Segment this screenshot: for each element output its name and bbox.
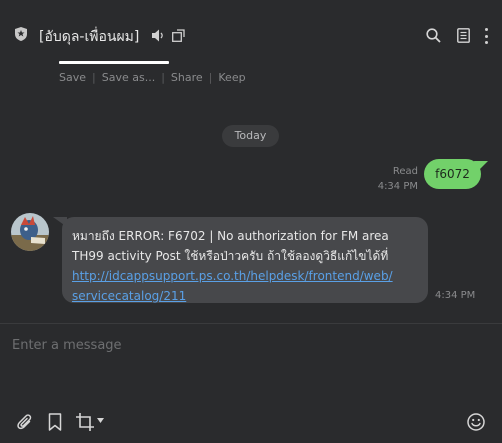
date-divider: Today — [222, 125, 279, 147]
save-button[interactable]: Save — [59, 71, 86, 84]
message-link[interactable]: http://idcappsupport.ps.co.th/helpdesk/f… — [72, 266, 418, 286]
file-actions: Save | Save as... | Share | Keep — [59, 71, 246, 84]
emoji-icon[interactable] — [467, 413, 485, 431]
popout-icon[interactable] — [172, 29, 185, 42]
share-button[interactable]: Share — [171, 71, 203, 84]
divider: | — [161, 71, 165, 84]
sent-message-meta: Read 4:34 PM — [378, 164, 418, 194]
mute-icon[interactable] — [152, 29, 166, 42]
message-input[interactable] — [12, 334, 490, 356]
previous-file-preview — [59, 61, 169, 64]
sent-time: 4:34 PM — [377, 181, 418, 192]
composer-divider — [0, 323, 502, 324]
received-message-bubble[interactable]: หมายถึง ERROR: F6702 | No authorization … — [62, 217, 428, 303]
keep-button[interactable]: Keep — [218, 71, 245, 84]
save-as-button[interactable]: Save as... — [102, 71, 155, 84]
screenshot-crop-icon[interactable] — [76, 413, 94, 431]
message-text-line: TH99 activity Post ใช้หรือป่าวครับ ถ้าใช… — [72, 249, 389, 263]
message-text-line: หมายถึง ERROR: F6702 | No authorization … — [72, 229, 389, 243]
more-menu-icon[interactable] — [483, 28, 489, 44]
message-link[interactable]: servicecatalog/211 — [72, 286, 418, 306]
shield-icon — [15, 27, 27, 41]
received-time: 4:34 PM — [435, 290, 476, 301]
contact-avatar[interactable] — [11, 213, 49, 251]
chevron-down-icon[interactable] — [97, 418, 104, 423]
search-icon[interactable] — [426, 28, 441, 43]
notes-icon[interactable] — [457, 28, 470, 43]
paperclip-icon[interactable] — [17, 413, 33, 431]
divider: | — [92, 71, 96, 84]
bookmark-icon[interactable] — [48, 413, 62, 431]
read-receipt: Read — [392, 166, 418, 177]
sent-message-bubble[interactable]: f6072 — [424, 159, 481, 189]
message-list: Save | Save as... | Share | Keep Today R… — [0, 58, 502, 323]
chat-title[interactable]: [อับดุล-เพื่อนผม] — [39, 26, 139, 48]
divider: | — [208, 71, 213, 84]
